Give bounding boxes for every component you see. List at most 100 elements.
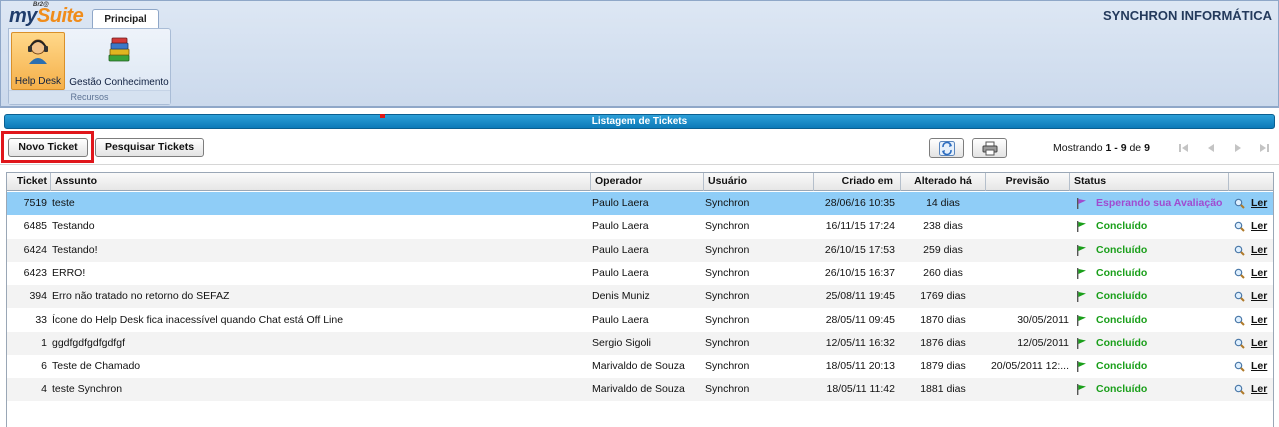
cell-criado: 18/05/11 20:13 <box>825 360 895 373</box>
magnifier-icon[interactable] <box>1234 221 1245 233</box>
gestao-conhecimento-button[interactable]: Gestão Conhecimento <box>69 32 169 90</box>
col-status[interactable]: Status <box>1070 173 1229 191</box>
cell-criado: 18/05/11 11:42 <box>826 383 895 396</box>
cell-usuario: Synchron <box>705 243 750 256</box>
col-previsao[interactable]: Previsão <box>986 173 1070 191</box>
magnifier-icon[interactable] <box>1234 315 1245 326</box>
ler-link[interactable]: Ler <box>1251 332 1267 354</box>
red-marker <box>380 114 385 118</box>
table-row[interactable]: 6424 Testando! Paulo Laera Synchron 26/10/15… <box>7 238 1273 262</box>
mostrando-range: 1 - 9 <box>1105 142 1127 154</box>
cell-assunto: Testando <box>52 220 95 233</box>
print-button[interactable] <box>972 138 1007 158</box>
cell-operador: Paulo Laera <box>592 243 649 256</box>
ler-link[interactable]: Ler <box>1251 239 1267 261</box>
magnifier-icon[interactable] <box>1234 268 1245 279</box>
mostrando-prefix: Mostrando <box>1053 142 1103 154</box>
first-page-icon[interactable] <box>1178 142 1190 154</box>
table-row[interactable]: 6485 Testando Paulo Laera Synchron 16/11/15 … <box>7 215 1273 238</box>
novo-ticket-button[interactable]: Novo Ticket <box>8 138 88 157</box>
last-page-icon[interactable] <box>1258 142 1270 154</box>
col-alterado[interactable]: Alterado há <box>901 173 986 191</box>
col-actions <box>1229 173 1273 191</box>
cell-operador: Marivaldo de Souza <box>592 383 685 396</box>
col-operador[interactable]: Operador <box>591 173 704 191</box>
cell-previsao <box>987 192 1069 215</box>
cell-usuario: Synchron <box>705 197 750 209</box>
col-assunto[interactable]: Assunto <box>51 173 591 191</box>
gestao-conhecimento-label: Gestão Conhecimento <box>69 77 169 88</box>
cell-alterado: 1769 dias <box>920 290 966 303</box>
purple-flag-icon <box>1077 198 1086 209</box>
cell-assunto: teste Synchron <box>52 383 123 396</box>
magnifier-icon[interactable] <box>1234 245 1245 256</box>
cell-operador: Paulo Laera <box>592 266 649 279</box>
cell-assunto: Testando! <box>52 243 98 256</box>
cell-assunto: teste <box>52 197 75 209</box>
ler-link[interactable]: Ler <box>1251 192 1267 214</box>
cell-criado: 28/06/16 10:35 <box>824 197 895 209</box>
cell-usuario: Synchron <box>705 360 750 373</box>
green-flag-icon <box>1077 267 1086 279</box>
cell-ticket: 4 <box>41 383 47 396</box>
cell-status: Concluído <box>1096 243 1148 256</box>
cell-alterado: 260 dias <box>923 266 963 279</box>
ler-link[interactable]: Ler <box>1251 378 1267 400</box>
green-flag-icon <box>1077 314 1086 326</box>
help-desk-label: Help Desk <box>14 76 62 87</box>
cell-alterado: 1879 dias <box>920 360 966 373</box>
printer-icon <box>982 141 998 156</box>
cell-alterado: 1876 dias <box>920 336 966 349</box>
cell-status: Esperando sua Avaliação <box>1096 197 1223 209</box>
next-page-icon[interactable] <box>1232 142 1244 154</box>
green-flag-icon <box>1077 337 1086 349</box>
table-row[interactable]: 33 Ícone do Help Desk fica inacessível qu… <box>7 309 1273 332</box>
table-row[interactable]: 1 ggdfgdfgdfgdfgf Sergio Sigoli Synchron 12/… <box>7 331 1273 355</box>
cell-criado: 28/05/11 09:45 <box>825 313 895 326</box>
cell-status: Concluído <box>1096 336 1148 349</box>
cell-assunto: Teste de Chamado <box>52 360 141 373</box>
col-ticket[interactable]: Ticket <box>7 173 51 191</box>
refresh-button[interactable] <box>929 138 964 158</box>
cell-status: Concluído <box>1096 313 1148 326</box>
toolbar-separator <box>0 164 1279 165</box>
ler-link[interactable]: Ler <box>1251 355 1267 377</box>
table-row[interactable]: 394 Erro não tratado no retorno do SEFAZ D… <box>7 285 1273 309</box>
cell-assunto: ERRO! <box>52 266 86 279</box>
cell-previsao <box>987 239 1069 262</box>
cell-operador: Paulo Laera <box>592 197 649 209</box>
prev-page-icon[interactable] <box>1205 142 1217 154</box>
ler-link[interactable]: Ler <box>1251 285 1267 307</box>
tab-principal[interactable]: Principal <box>92 9 159 29</box>
ribbon-bar: Br2@ mySuite Principal SYNCHRON INFORMÁT… <box>0 0 1279 108</box>
cell-status: Concluído <box>1096 266 1148 279</box>
pesquisar-tickets-button[interactable]: Pesquisar Tickets <box>95 138 204 157</box>
magnifier-icon[interactable] <box>1234 384 1245 396</box>
pagination-info: Mostrando 1 - 9 de 9 <box>1053 142 1150 154</box>
company-name: SYNCHRON INFORMÁTICA <box>1103 8 1272 23</box>
magnifier-icon[interactable] <box>1234 338 1245 349</box>
table-row[interactable]: 6423 ERRO! Paulo Laera Synchron 26/10/15 16:… <box>7 262 1273 285</box>
ler-link[interactable]: Ler <box>1251 262 1267 284</box>
cell-criado: 12/05/11 16:32 <box>825 336 895 349</box>
cell-operador: Denis Muniz <box>592 290 650 303</box>
listing-title: Listagem de Tickets <box>4 114 1275 129</box>
cell-alterado: 1870 dias <box>920 313 966 326</box>
col-criado[interactable]: Criado em <box>814 173 901 191</box>
col-usuario[interactable]: Usuário <box>704 173 814 191</box>
refresh-icon <box>939 141 955 156</box>
magnifier-icon[interactable] <box>1234 291 1245 302</box>
cell-ticket: 7519 <box>23 197 47 209</box>
ler-link[interactable]: Ler <box>1251 215 1267 237</box>
table-row[interactable]: 6 Teste de Chamado Marivaldo de Souza Synch… <box>7 355 1273 378</box>
cell-ticket: 6424 <box>23 243 47 256</box>
cell-usuario: Synchron <box>705 383 750 396</box>
table-row[interactable]: 4 teste Synchron Marivaldo de Souza Synchro… <box>7 378 1273 402</box>
ler-link[interactable]: Ler <box>1251 309 1267 331</box>
magnifier-icon[interactable] <box>1234 198 1245 209</box>
help-desk-button[interactable]: Help Desk <box>11 32 65 90</box>
cell-ticket: 394 <box>29 290 47 303</box>
magnifier-icon[interactable] <box>1234 361 1245 372</box>
mysuite-logo: Br2@ mySuite <box>9 2 89 28</box>
table-row[interactable]: 7519 teste Paulo Laera Synchron 28/06/16 10:… <box>7 192 1273 215</box>
